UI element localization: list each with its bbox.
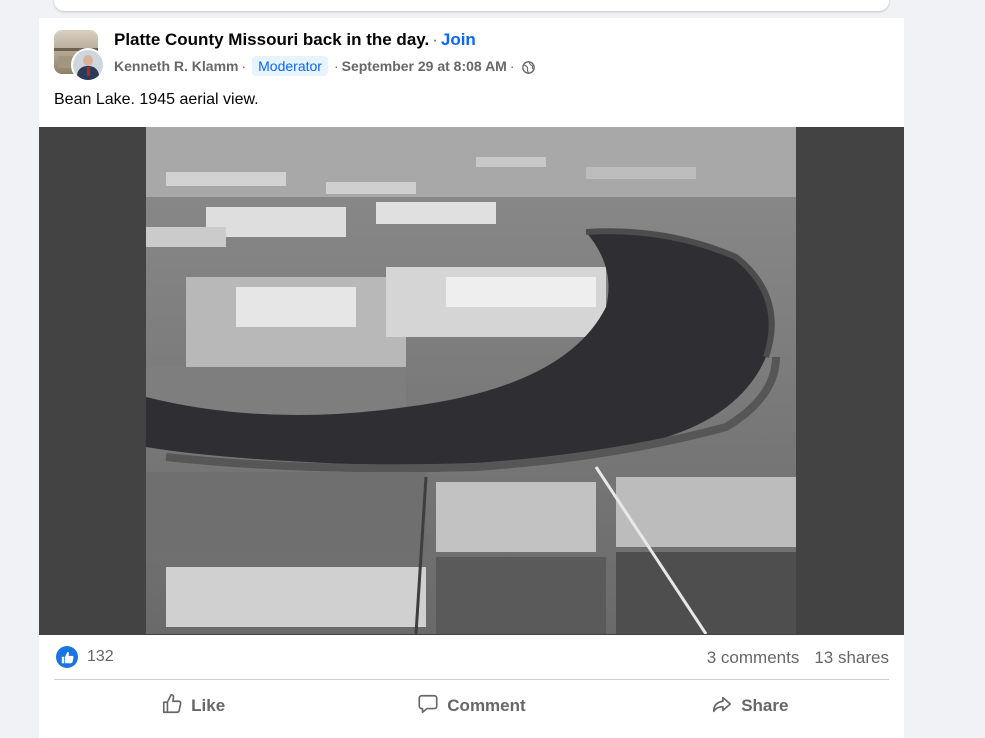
comments-count-link[interactable]: 3 comments bbox=[707, 648, 800, 668]
aerial-photo[interactable] bbox=[146, 127, 796, 634]
post-meta: Kenneth R. Klamm · Moderator · September… bbox=[114, 56, 535, 76]
separator-dot: · bbox=[333, 58, 339, 74]
group-name-link[interactable]: Platte County Missouri back in the day. bbox=[114, 30, 429, 49]
share-arrow-icon bbox=[711, 693, 733, 720]
share-label: Share bbox=[741, 696, 789, 715]
post-timestamp-link[interactable]: September 29 at 8:08 AM bbox=[342, 57, 507, 75]
action-bar: Like Comment Share bbox=[54, 686, 889, 726]
thumbs-up-icon bbox=[161, 693, 183, 720]
author-avatar[interactable] bbox=[71, 48, 105, 82]
post-header: Platte County Missouri back in the day. ·… bbox=[114, 29, 535, 76]
previous-post-card bbox=[54, 0, 889, 11]
separator-dot: · bbox=[432, 30, 438, 49]
reaction-summary[interactable]: 132 bbox=[56, 646, 114, 668]
join-button[interactable]: Join bbox=[441, 30, 476, 49]
engagement-counts: 3 comments 13 shares bbox=[707, 648, 889, 668]
moderator-badge: Moderator bbox=[252, 56, 328, 76]
post-message: Bean Lake. 1945 aerial view. bbox=[54, 91, 259, 108]
comment-bubble-icon bbox=[417, 693, 439, 720]
comment-button[interactable]: Comment bbox=[332, 686, 610, 726]
title-line: Platte County Missouri back in the day. ·… bbox=[114, 29, 535, 51]
action-divider bbox=[54, 679, 889, 680]
like-label: Like bbox=[191, 696, 226, 715]
like-button[interactable]: Like bbox=[54, 686, 332, 726]
post-avatars[interactable] bbox=[54, 30, 105, 82]
separator-dot: · bbox=[241, 58, 247, 74]
share-button[interactable]: Share bbox=[611, 686, 889, 726]
author-name-link[interactable]: Kenneth R. Klamm bbox=[114, 57, 238, 75]
globe-icon[interactable] bbox=[521, 60, 535, 74]
like-icon bbox=[56, 646, 78, 668]
photo-container[interactable] bbox=[39, 127, 904, 635]
comment-label: Comment bbox=[447, 696, 526, 715]
reaction-count: 132 bbox=[87, 648, 114, 665]
shares-count-link[interactable]: 13 shares bbox=[814, 648, 889, 668]
feed-post: Platte County Missouri back in the day. ·… bbox=[39, 18, 904, 738]
separator-dot: · bbox=[509, 58, 515, 74]
